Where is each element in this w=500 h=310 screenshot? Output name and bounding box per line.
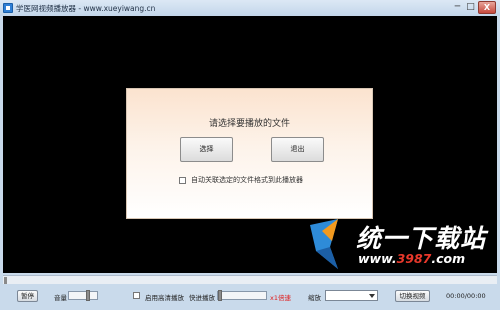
zoom-select[interactable] [325,290,378,301]
watermark-url: www.3987.com [358,251,466,266]
select-file-button[interactable]: 选择 [180,137,233,162]
speed-value: x1倍速 [270,294,291,302]
player-window: 学医网视频播放器 - www.xueyiwang.cn ─ □ X 请选择要播放… [0,0,500,310]
seek-thumb[interactable] [4,277,7,284]
speed-slider-thumb[interactable] [218,290,222,301]
watermark-logo-icon [310,219,338,269]
app-icon [3,3,13,13]
volume-slider-thumb[interactable] [86,290,90,301]
hd-playback-label: 启用高清播放 [145,294,184,302]
minimize-button[interactable]: ─ [452,1,463,14]
seek-bar[interactable] [3,275,497,284]
associate-format-label: 自动关联选定的文件格式到此播放器 [191,176,303,184]
open-file-dialog: 请选择要播放的文件 选择 退出 自动关联选定的文件格式到此播放器 [126,88,373,219]
zoom-label: 缩放 [308,294,321,302]
close-button[interactable]: X [478,1,496,14]
title-bar: 学医网视频播放器 - www.xueyiwang.cn ─ □ X [0,0,500,16]
exit-button[interactable]: 退出 [271,137,324,162]
speed-slider[interactable] [217,290,267,301]
speed-label: 快进播放 [189,294,215,302]
maximize-button[interactable]: □ [465,1,476,14]
control-bar: 暂停 音量 启用高清播放 快进播放 x1倍速 缩放 切换视频 00:00/00:… [0,284,500,310]
switch-video-button[interactable]: 切换视频 [395,290,430,302]
chevron-down-icon [369,294,375,298]
watermark-brand: 统一下载站 [356,224,487,253]
volume-label: 音量 [54,294,67,302]
pause-button[interactable]: 暂停 [17,290,38,302]
associate-format-checkbox[interactable] [179,176,186,184]
watermark: 统一下载站 www.3987.com [308,217,498,275]
volume-slider[interactable] [68,290,98,301]
hd-playback-checkbox[interactable] [133,292,140,299]
associate-format-row: 自动关联选定的文件格式到此播放器 [179,175,303,185]
window-title: 学医网视频播放器 - www.xueyiwang.cn [16,4,156,13]
timecode: 00:00/00:00 [446,292,486,300]
dialog-title: 请选择要播放的文件 [208,119,290,129]
